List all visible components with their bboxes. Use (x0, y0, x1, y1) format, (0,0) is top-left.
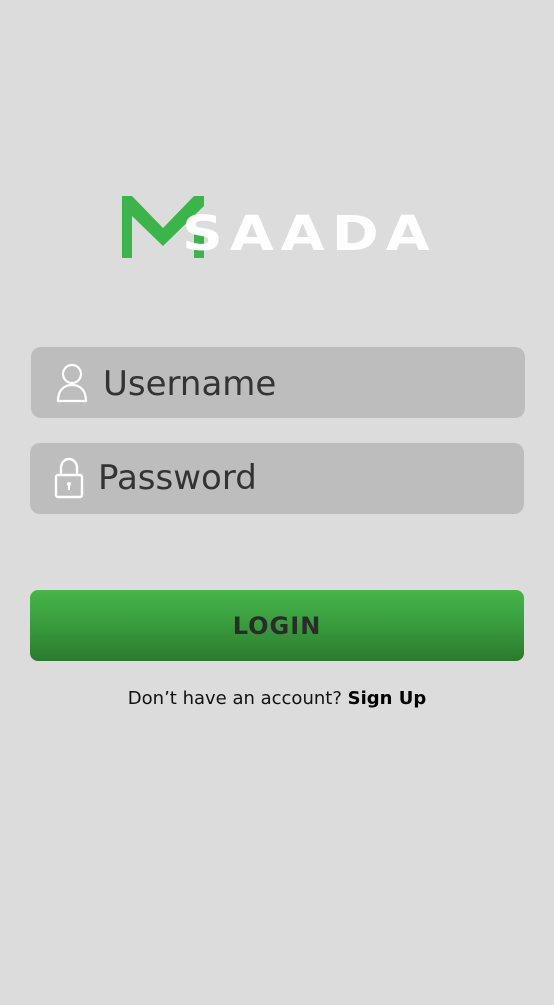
logo-text: SAADA (182, 206, 437, 262)
login-button-label: LOGIN (232, 611, 322, 640)
signup-prompt-text: Don’t have an account? (127, 688, 348, 709)
lock-icon (54, 457, 84, 499)
app-logo: SAADA (122, 194, 432, 260)
username-field[interactable] (31, 347, 525, 418)
signup-link[interactable]: Sign Up (348, 688, 427, 709)
username-input[interactable] (103, 359, 503, 409)
login-button[interactable]: LOGIN (30, 590, 524, 661)
login-screen: SAADA LOGIN Don’t have an account? Sign … (0, 0, 554, 1005)
password-input[interactable] (98, 453, 498, 503)
signup-prompt: Don’t have an account? Sign Up (0, 688, 554, 709)
password-field[interactable] (30, 443, 524, 514)
user-icon (56, 363, 88, 403)
